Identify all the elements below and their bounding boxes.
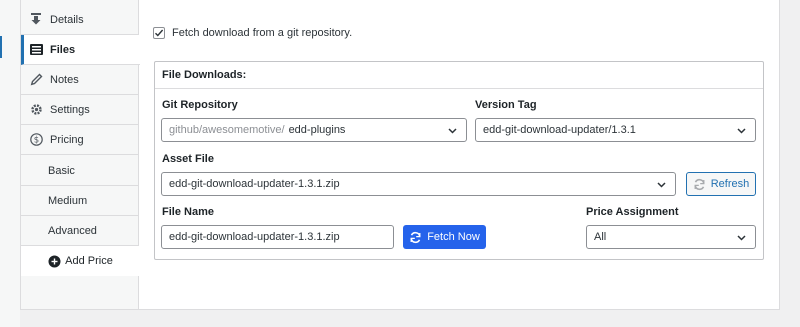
add-price-label: Add Price (65, 255, 113, 267)
git-repository-repo: edd-plugins (288, 124, 346, 136)
left-edge-marker (0, 36, 2, 58)
admin-left-edge (0, 0, 20, 327)
file-downloads-box: File Downloads: Git Repository github/aw… (154, 61, 764, 260)
refresh-button[interactable]: Refresh (686, 172, 756, 196)
asset-file-label: Asset File (162, 153, 214, 165)
git-fetch-label: Fetch download from a git repository. (172, 27, 353, 39)
settings-tab-list: Details Files Notes Settings $ Pricing B… (21, 0, 140, 309)
admin-right-edge (780, 0, 800, 327)
tab-pricing-label: Pricing (50, 133, 84, 146)
tab-basic-label: Basic (48, 164, 75, 177)
download-files-panel: Details Files Notes Settings $ Pricing B… (20, 0, 780, 310)
tab-price-basic[interactable]: Basic (21, 156, 139, 186)
tab-price-medium[interactable]: Medium (21, 186, 139, 216)
tab-files-label: Files (50, 43, 76, 56)
git-fetch-checkbox[interactable] (153, 27, 165, 39)
asset-file-select[interactable]: edd-git-download-updater-1.3.1.zip (161, 172, 676, 196)
tab-settings[interactable]: Settings (21, 95, 139, 125)
price-assignment-value: All (594, 231, 607, 243)
asset-file-value: edd-git-download-updater-1.3.1.zip (169, 178, 340, 190)
git-fetch-option[interactable]: Fetch download from a git repository. (153, 27, 352, 39)
refresh-icon (693, 178, 706, 191)
tab-pricing[interactable]: $ Pricing (21, 125, 139, 155)
fetch-now-button[interactable]: Fetch Now (403, 225, 486, 249)
plus-circle-icon (47, 254, 61, 268)
tab-notes-label: Notes (50, 73, 79, 86)
file-name-input[interactable]: edd-git-download-updater-1.3.1.zip (161, 225, 394, 249)
file-name-value: edd-git-download-updater-1.3.1.zip (169, 231, 340, 243)
tab-details-label: Details (50, 13, 84, 26)
refresh-label: Refresh (710, 178, 750, 190)
tab-medium-label: Medium (48, 194, 88, 207)
checkmark-icon (155, 29, 164, 37)
add-price-button[interactable]: Add Price (21, 246, 139, 276)
file-name-label: File Name (162, 206, 214, 218)
tab-details[interactable]: Details (21, 5, 139, 35)
tab-settings-label: Settings (50, 103, 90, 116)
tab-advanced-label: Advanced (48, 224, 97, 237)
git-repository-label: Git Repository (162, 99, 238, 111)
git-repository-select[interactable]: github/awesomemotive/ edd-plugins (161, 118, 467, 142)
fetch-now-label: Fetch Now (427, 231, 480, 243)
gear-icon (29, 103, 43, 117)
tab-price-advanced[interactable]: Advanced (21, 216, 139, 246)
list-icon (29, 43, 43, 57)
refresh-icon (409, 231, 422, 244)
price-assignment-select[interactable]: All (586, 225, 756, 249)
pencil-icon (29, 73, 43, 87)
chevron-down-icon (657, 182, 666, 188)
dollar-circle-icon: $ (29, 133, 43, 147)
files-content: Fetch download from a git repository. Fi… (139, 0, 779, 309)
chevron-down-icon (737, 128, 746, 134)
version-tag-label: Version Tag (475, 99, 537, 111)
tab-files[interactable]: Files (21, 35, 140, 65)
download-icon (29, 13, 43, 27)
tab-notes[interactable]: Notes (21, 65, 139, 95)
chevron-down-icon (448, 128, 457, 134)
version-tag-value: edd-git-download-updater/1.3.1 (483, 124, 636, 136)
file-downloads-title: File Downloads: (155, 62, 763, 89)
chevron-down-icon (737, 235, 746, 241)
git-repository-owner: github/awesomemotive/ (169, 124, 285, 136)
price-assignment-label: Price Assignment (586, 206, 679, 218)
svg-text:$: $ (33, 136, 38, 146)
version-tag-select[interactable]: edd-git-download-updater/1.3.1 (475, 118, 756, 142)
